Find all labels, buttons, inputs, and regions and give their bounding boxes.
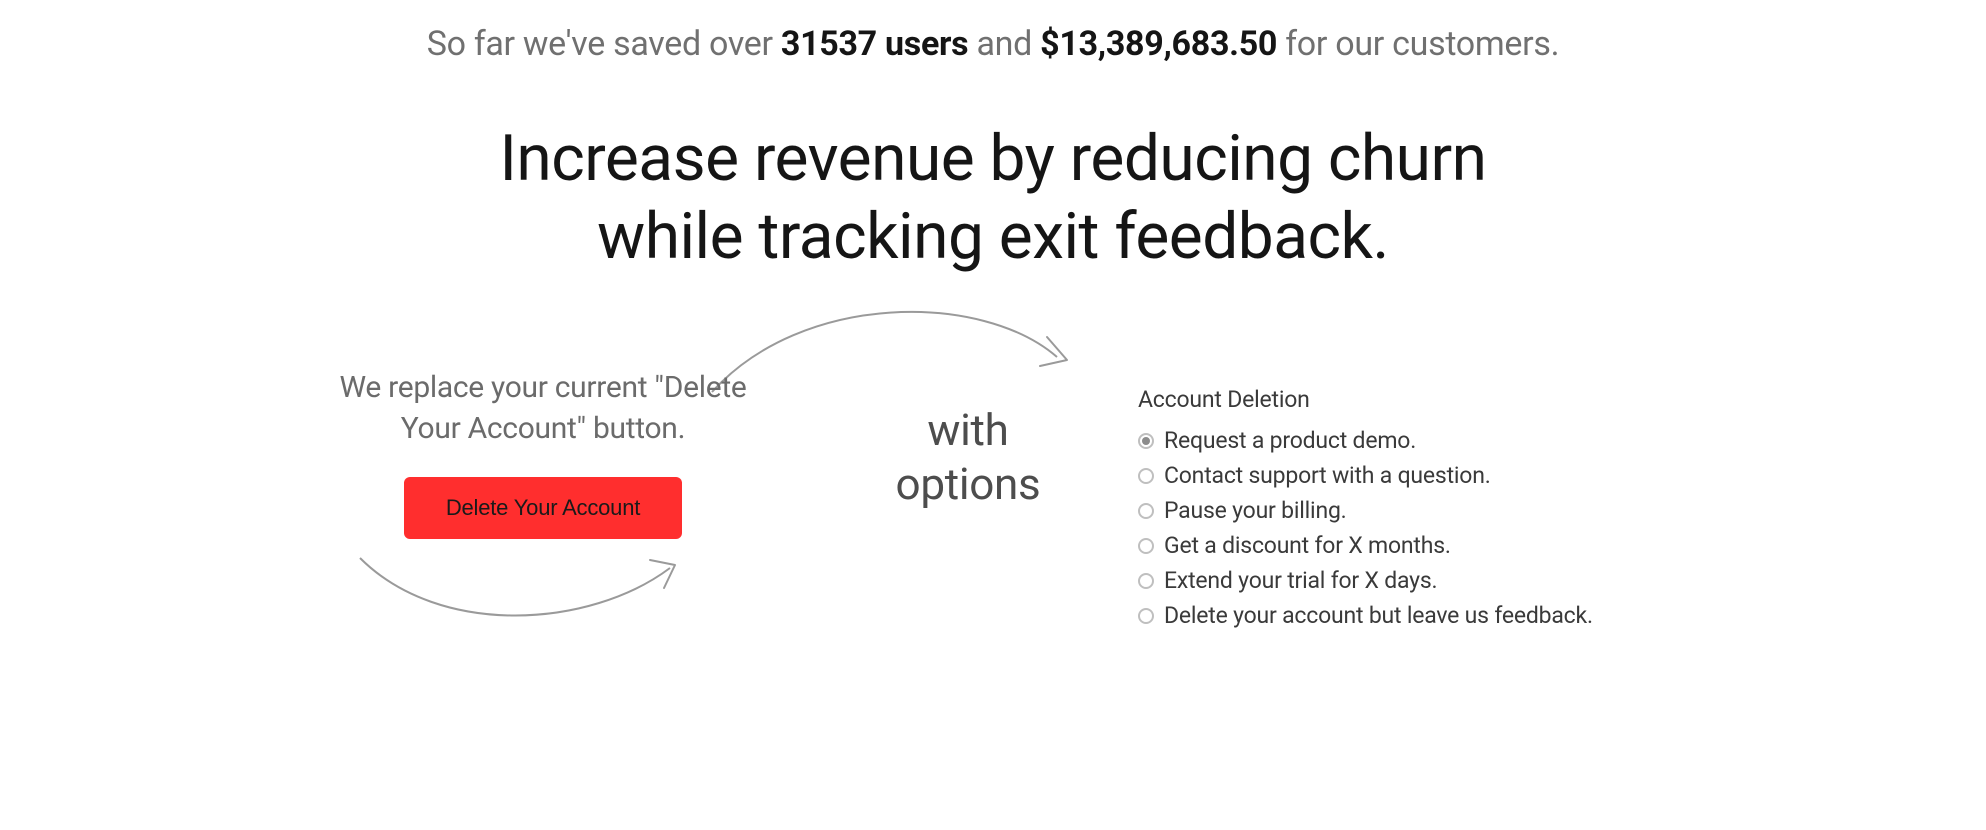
option-row[interactable]: Request a product demo.: [1138, 423, 1698, 458]
with-line1: with: [927, 404, 1008, 456]
radio-icon: [1138, 538, 1154, 554]
with-options-text: with options: [838, 404, 1098, 511]
option-row[interactable]: Delete your account but leave us feedbac…: [1138, 598, 1698, 633]
stats-suffix: for our customers.: [1277, 24, 1559, 64]
delete-account-button[interactable]: Delete Your Account: [404, 477, 682, 539]
middle-column: with options: [838, 404, 1098, 511]
right-column: Account Deletion Request a product demo.…: [1138, 386, 1698, 633]
stats-amount: $13,389,683.50: [1040, 24, 1277, 64]
radio-icon: [1138, 503, 1154, 519]
stats-users: 31537 users: [781, 24, 968, 64]
option-label: Request a product demo.: [1164, 427, 1416, 454]
landing-hero: So far we've saved over 31537 users and …: [0, 0, 1986, 830]
stats-prefix: So far we've saved over: [427, 24, 781, 64]
arrow-bottom-icon: [350, 528, 690, 628]
option-label: Extend your trial for X days.: [1164, 567, 1437, 594]
option-label: Get a discount for X months.: [1164, 532, 1451, 559]
option-label: Contact support with a question.: [1164, 462, 1491, 489]
option-label: Delete your account but leave us feedbac…: [1164, 602, 1593, 629]
stats-line: So far we've saved over 31537 users and …: [0, 24, 1986, 64]
stats-connector: and: [968, 24, 1040, 64]
with-line2: options: [896, 458, 1041, 510]
radio-icon: [1138, 608, 1154, 624]
replace-text: We replace your current "Delete Your Acc…: [288, 368, 798, 449]
radio-icon: [1138, 573, 1154, 589]
option-row[interactable]: Get a discount for X months.: [1138, 528, 1698, 563]
option-row[interactable]: Extend your trial for X days.: [1138, 563, 1698, 598]
option-label: Pause your billing.: [1164, 497, 1347, 524]
radio-icon: [1138, 433, 1154, 449]
headline: Increase revenue by reducing churn while…: [0, 120, 1986, 276]
headline-line1: Increase revenue by reducing churn: [500, 121, 1487, 196]
replace-text-line1: We replace your current "Delete: [340, 370, 747, 405]
option-row[interactable]: Pause your billing.: [1138, 493, 1698, 528]
content-row: We replace your current "Delete Your Acc…: [0, 368, 1986, 633]
radio-icon: [1138, 468, 1154, 484]
headline-line2: while tracking exit feedback.: [597, 199, 1389, 274]
option-row[interactable]: Contact support with a question.: [1138, 458, 1698, 493]
replace-text-line2: Your Account" button.: [401, 411, 685, 446]
account-deletion-title: Account Deletion: [1138, 386, 1698, 413]
left-column: We replace your current "Delete Your Acc…: [288, 368, 798, 539]
